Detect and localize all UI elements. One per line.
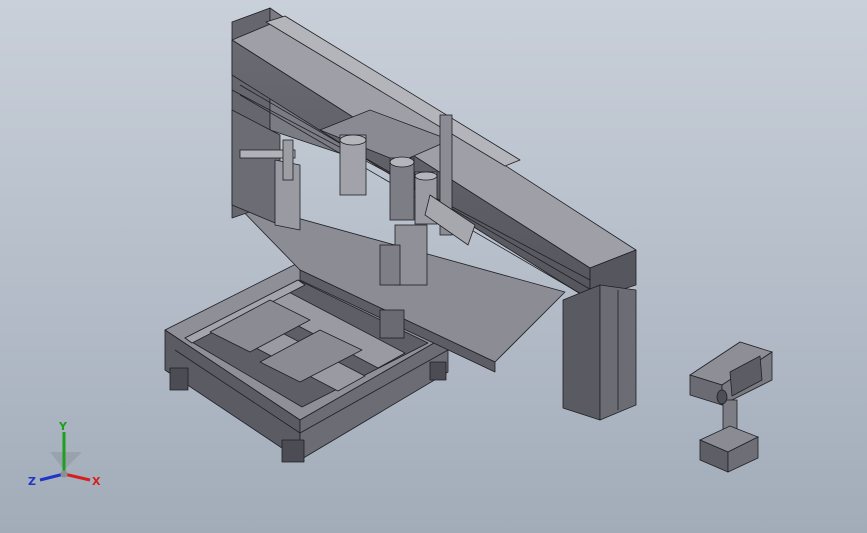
control-pedestal[interactable]: [689, 341, 773, 473]
x-axis-arrow: [63, 472, 91, 482]
z-axis-arrow: [39, 472, 65, 482]
triad-graphic: X Y Z: [28, 420, 101, 488]
triad-origin: [60, 470, 68, 478]
y-axis-label: Y: [58, 420, 68, 433]
graphics-viewport[interactable]: X Y Z: [0, 0, 867, 533]
z-axis-label: Z: [28, 475, 36, 488]
cnc-gantry-model[interactable]: [0, 0, 867, 533]
orientation-triad: X Y Z: [22, 418, 112, 498]
x-axis-label: X: [92, 475, 101, 488]
